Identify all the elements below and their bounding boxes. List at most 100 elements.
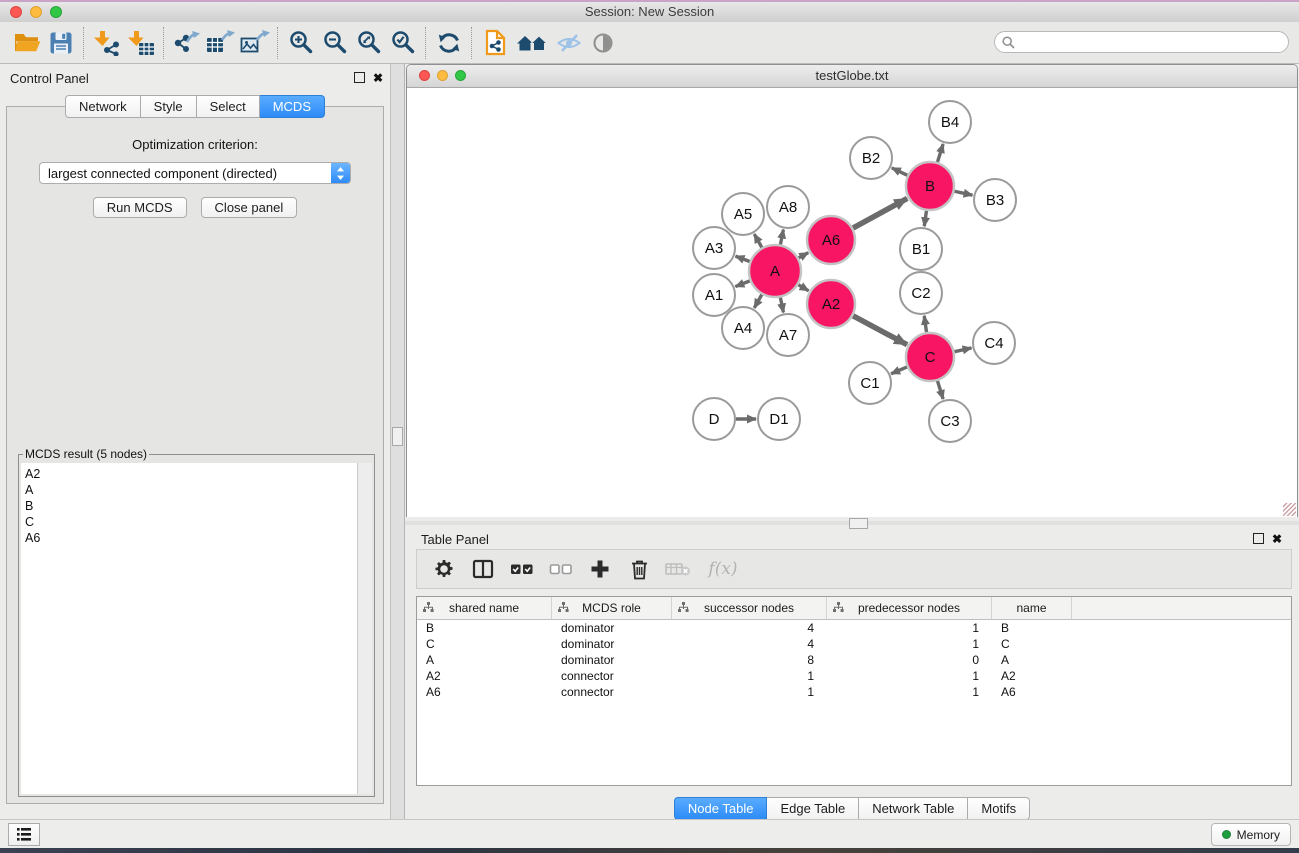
select-all-icon[interactable] bbox=[507, 553, 537, 585]
open-folder-icon[interactable] bbox=[10, 25, 44, 61]
zoom-selected-icon[interactable] bbox=[386, 25, 420, 61]
graph-edge-A-A6[interactable] bbox=[799, 253, 809, 258]
network-canvas[interactable]: B4B2BB3A5A8A6A3B1AC2A1A2A4A7C4CC1DD1C3 bbox=[407, 88, 1297, 517]
zoom-out-icon[interactable] bbox=[318, 25, 352, 61]
graph-node-C1[interactable]: C1 bbox=[849, 362, 891, 404]
zoom-fit-icon[interactable] bbox=[352, 25, 386, 61]
mcds-result-item[interactable]: A2 bbox=[25, 466, 358, 482]
graph-edge-B-B3[interactable] bbox=[954, 191, 972, 195]
column-header-shared-name[interactable]: shared name bbox=[417, 597, 552, 619]
mcds-result-item[interactable]: A bbox=[25, 482, 358, 498]
import-network-icon[interactable] bbox=[90, 25, 124, 61]
graph-edge-B-B4[interactable] bbox=[937, 144, 943, 162]
tab-node-table[interactable]: Node Table bbox=[674, 797, 768, 820]
column-header-mcds-role[interactable]: MCDS role bbox=[552, 597, 672, 619]
search-input[interactable] bbox=[1019, 34, 1288, 50]
export-network-icon[interactable] bbox=[170, 25, 204, 61]
hide-selection-eye-icon[interactable] bbox=[552, 25, 586, 61]
network-window-titlebar[interactable]: testGlobe.txt bbox=[407, 65, 1297, 88]
vertical-splitter[interactable] bbox=[390, 64, 405, 820]
column-header-predecessor-nodes[interactable]: predecessor nodes bbox=[827, 597, 992, 619]
graph-node-A[interactable]: A bbox=[749, 245, 801, 297]
tab-edge-table[interactable]: Edge Table bbox=[767, 797, 859, 820]
graph-node-C4[interactable]: C4 bbox=[973, 322, 1015, 364]
show-start-panel-icon[interactable] bbox=[512, 25, 552, 61]
delete-table-icon[interactable] bbox=[663, 553, 693, 585]
close-panel-icon[interactable]: ✖ bbox=[1272, 534, 1282, 544]
export-image-icon[interactable] bbox=[238, 25, 272, 61]
graph-edge-A-A5[interactable] bbox=[754, 234, 762, 247]
table-row[interactable]: Adominator80A bbox=[417, 652, 1291, 668]
function-builder-icon[interactable]: f(x) bbox=[702, 553, 744, 585]
tab-mcds[interactable]: MCDS bbox=[260, 95, 325, 118]
criterion-select[interactable]: largest connected component (directed) bbox=[39, 162, 351, 184]
graph-edge-C-C2[interactable] bbox=[924, 316, 926, 332]
mcds-result-item[interactable]: C bbox=[25, 514, 358, 530]
graph-node-A8[interactable]: A8 bbox=[767, 186, 809, 228]
graph-edge-B-B2[interactable] bbox=[892, 168, 908, 175]
export-table-icon[interactable] bbox=[204, 25, 238, 61]
graph-node-B1[interactable]: B1 bbox=[900, 228, 942, 270]
table-row[interactable]: A2connector11A2 bbox=[417, 668, 1291, 684]
close-panel-button[interactable]: Close panel bbox=[201, 197, 298, 218]
node-table[interactable]: shared nameMCDS rolesuccessor nodesprede… bbox=[416, 596, 1292, 786]
table-row[interactable]: Bdominator41B bbox=[417, 620, 1291, 636]
graph-node-A7[interactable]: A7 bbox=[767, 314, 809, 356]
graph-edge-C-C1[interactable] bbox=[891, 367, 907, 374]
graph-edge-C-C3[interactable] bbox=[937, 381, 943, 399]
mcds-result-item[interactable]: A6 bbox=[25, 530, 358, 546]
table-options-gear-icon[interactable] bbox=[429, 553, 459, 585]
graph-edge-A-A3[interactable] bbox=[736, 256, 750, 261]
delete-column-trash-icon[interactable] bbox=[624, 553, 654, 585]
graphics-details-eye-icon[interactable] bbox=[586, 25, 620, 61]
refresh-layout-icon[interactable] bbox=[432, 25, 466, 61]
mcds-result-item[interactable]: B bbox=[25, 498, 358, 514]
float-panel-icon[interactable] bbox=[354, 72, 365, 83]
save-icon[interactable] bbox=[44, 25, 78, 61]
zoom-in-icon[interactable] bbox=[284, 25, 318, 61]
mcds-list-scrollbar[interactable] bbox=[357, 463, 372, 794]
close-panel-icon[interactable]: ✖ bbox=[373, 73, 383, 83]
task-history-button[interactable] bbox=[8, 823, 40, 846]
graph-edge-A-A7[interactable] bbox=[780, 297, 783, 312]
graph-node-D[interactable]: D bbox=[693, 398, 735, 440]
table-row[interactable]: Cdominator41C bbox=[417, 636, 1291, 652]
tab-network[interactable]: Network bbox=[65, 95, 141, 118]
graph-node-A6[interactable]: A6 bbox=[807, 216, 855, 264]
resize-grip-icon[interactable] bbox=[1283, 503, 1296, 516]
tab-motifs[interactable]: Motifs bbox=[968, 797, 1030, 820]
graph-node-D1[interactable]: D1 bbox=[758, 398, 800, 440]
tab-style[interactable]: Style bbox=[141, 95, 197, 118]
column-header-name[interactable]: name bbox=[992, 597, 1072, 619]
graph-edge-A-A1[interactable] bbox=[735, 281, 749, 287]
graph-node-B[interactable]: B bbox=[906, 162, 954, 210]
search-field[interactable] bbox=[994, 31, 1289, 53]
graph-node-A3[interactable]: A3 bbox=[693, 227, 735, 269]
column-header-successor-nodes[interactable]: successor nodes bbox=[672, 597, 827, 619]
graph-node-C2[interactable]: C2 bbox=[900, 272, 942, 314]
tab-select[interactable]: Select bbox=[197, 95, 260, 118]
graph-edge-A-A4[interactable] bbox=[754, 295, 762, 308]
import-table-icon[interactable] bbox=[124, 25, 158, 61]
graph-node-C[interactable]: C bbox=[906, 333, 954, 381]
mcds-result-list[interactable]: A2ABCA6 bbox=[21, 463, 358, 794]
memory-button[interactable]: Memory bbox=[1211, 823, 1291, 846]
deselect-all-icon[interactable] bbox=[546, 553, 576, 585]
graph-node-C3[interactable]: C3 bbox=[929, 400, 971, 442]
graph-edge-B-B1[interactable] bbox=[924, 211, 926, 226]
graph-edge-A2-C[interactable] bbox=[853, 316, 907, 345]
graph-edge-A-A8[interactable] bbox=[780, 230, 783, 245]
create-column-plus-icon[interactable] bbox=[585, 553, 615, 585]
splitter-grip[interactable] bbox=[392, 427, 403, 446]
graph-node-A2[interactable]: A2 bbox=[807, 280, 855, 328]
table-row[interactable]: A6connector11A6 bbox=[417, 684, 1291, 700]
run-mcds-button[interactable]: Run MCDS bbox=[93, 197, 187, 218]
show-column-icon[interactable] bbox=[468, 553, 498, 585]
tab-network-table[interactable]: Network Table bbox=[859, 797, 968, 820]
graph-edge-A-A2[interactable] bbox=[798, 285, 808, 291]
graph-node-B4[interactable]: B4 bbox=[929, 101, 971, 143]
graph-node-A5[interactable]: A5 bbox=[722, 193, 764, 235]
graph-node-A4[interactable]: A4 bbox=[722, 307, 764, 349]
network-from-file-icon[interactable] bbox=[478, 25, 512, 61]
graph-node-A1[interactable]: A1 bbox=[693, 274, 735, 316]
